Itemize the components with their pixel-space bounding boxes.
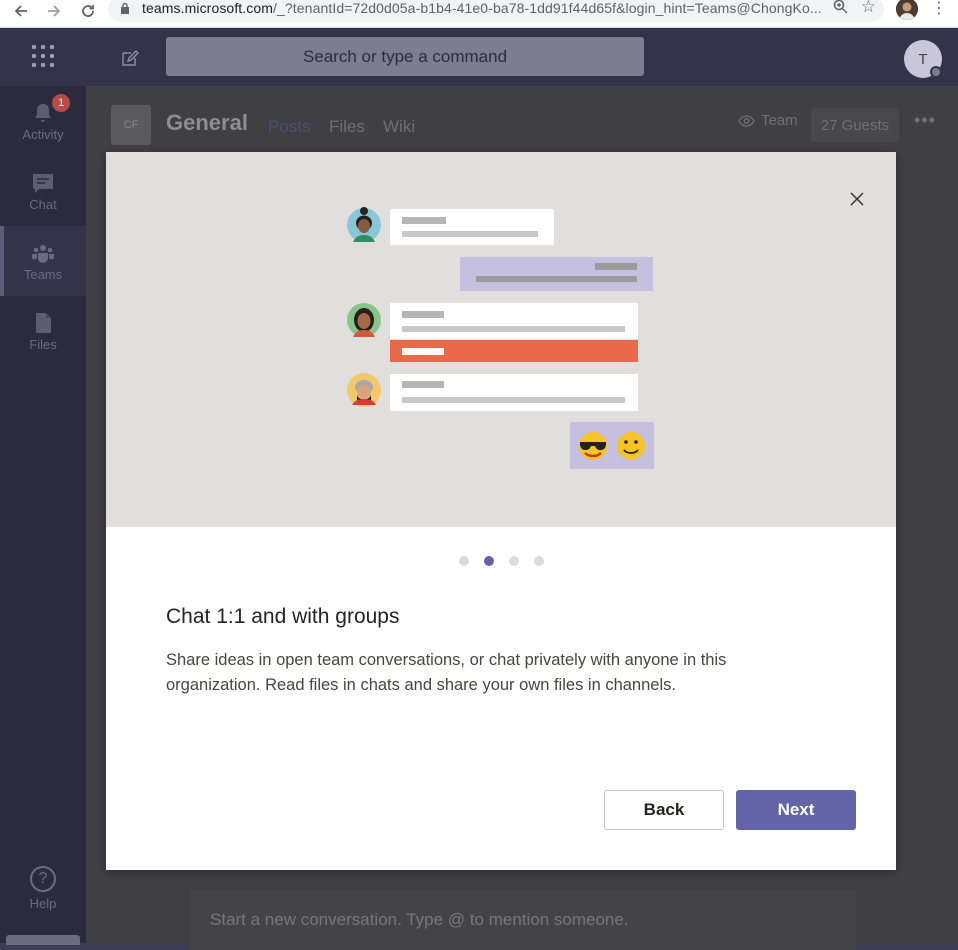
channel-title: General (166, 110, 248, 135)
browser-menu-icon[interactable]: ⋮ (931, 0, 947, 20)
help-icon: ? (30, 866, 56, 892)
page-dot-2[interactable] (483, 556, 494, 566)
smiley-emoji-icon (617, 432, 645, 460)
activity-badge: 1 (52, 94, 70, 112)
page-dot-1[interactable] (458, 556, 469, 566)
tab-wiki[interactable]: Wiki (383, 117, 415, 137)
dialog-description: Share ideas in open team conversations, … (166, 651, 727, 694)
rail-label-files: Files (29, 336, 57, 352)
zoom-icon[interactable] (833, 0, 848, 18)
page-dot-3[interactable] (508, 556, 519, 566)
rail-item-files[interactable]: Files (0, 296, 86, 366)
app-rail: Activity 1 Chat Teams Files ? Help (0, 86, 86, 945)
url-text: teams.microsoft.com/_?tenantId=72d0d05a-… (142, 0, 822, 16)
search-input[interactable]: Search or type a command (166, 37, 644, 76)
rail-item-chat[interactable]: Chat (0, 156, 86, 226)
bookmark-star-icon[interactable]: ☆ (861, 0, 876, 17)
chat-illustration (347, 207, 654, 469)
rail-item-activity[interactable]: Activity 1 (0, 86, 86, 156)
eye-icon (738, 114, 755, 127)
close-icon[interactable] (848, 190, 866, 208)
app-launcher-icon[interactable] (32, 45, 54, 67)
browser-toolbar: teams.microsoft.com/_?tenantId=72d0d05a-… (0, 0, 958, 28)
url-domain: teams.microsoft.com (142, 0, 274, 16)
team-label: Team (761, 112, 798, 129)
teams-icon (32, 244, 54, 263)
onboarding-dialog: Chat 1:1 and with groups Share ideas in … (106, 152, 896, 870)
tab-posts[interactable]: Posts (268, 117, 311, 137)
reload-icon[interactable] (77, 0, 99, 22)
sunglasses-emoji-icon (579, 432, 607, 460)
back-arrow-icon[interactable] (10, 0, 32, 22)
team-visibility-button[interactable]: Team (738, 112, 798, 129)
carousel-pagination (106, 556, 896, 566)
onboarding-illustration (106, 152, 896, 527)
more-options-icon[interactable]: ••• (914, 110, 936, 131)
tab-files[interactable]: Files (329, 117, 365, 137)
browser-profile-avatar[interactable] (896, 0, 918, 20)
forward-arrow-icon[interactable] (43, 0, 65, 22)
rail-label-help: Help (29, 896, 57, 911)
page-dot-4[interactable] (533, 556, 544, 566)
file-icon (36, 312, 51, 333)
rail-label-teams: Teams (23, 266, 63, 282)
url-path: /_?tenantId=72d0d05a-b1b4-41e0-ba78-1dd9… (273, 0, 822, 16)
person-avatar-3 (347, 373, 381, 407)
rail-bottom-tab (6, 935, 80, 945)
address-bar[interactable]: teams.microsoft.com/_?tenantId=72d0d05a-… (108, 0, 884, 22)
back-button[interactable]: Back (604, 790, 724, 830)
dialog-title: Chat 1:1 and with groups (166, 605, 400, 628)
rail-label-activity: Activity (22, 126, 64, 142)
presence-status-icon (930, 66, 942, 78)
rail-item-teams[interactable]: Teams (0, 226, 86, 296)
lock-icon (121, 2, 129, 14)
guests-button[interactable]: 27 Guests (811, 108, 899, 142)
new-chat-icon[interactable] (120, 48, 140, 68)
rail-label-chat: Chat (29, 196, 57, 212)
teams-header: Search or type a command T (0, 28, 958, 86)
rail-item-help[interactable]: ? Help (0, 866, 86, 911)
next-button[interactable]: Next (736, 790, 856, 830)
team-tile: CF (111, 105, 151, 145)
new-conversation-input[interactable]: Start a new conversation. Type @ to ment… (190, 890, 856, 950)
person-avatar-1 (347, 207, 381, 242)
chat-icon (33, 173, 53, 193)
person-avatar-2 (347, 303, 381, 337)
